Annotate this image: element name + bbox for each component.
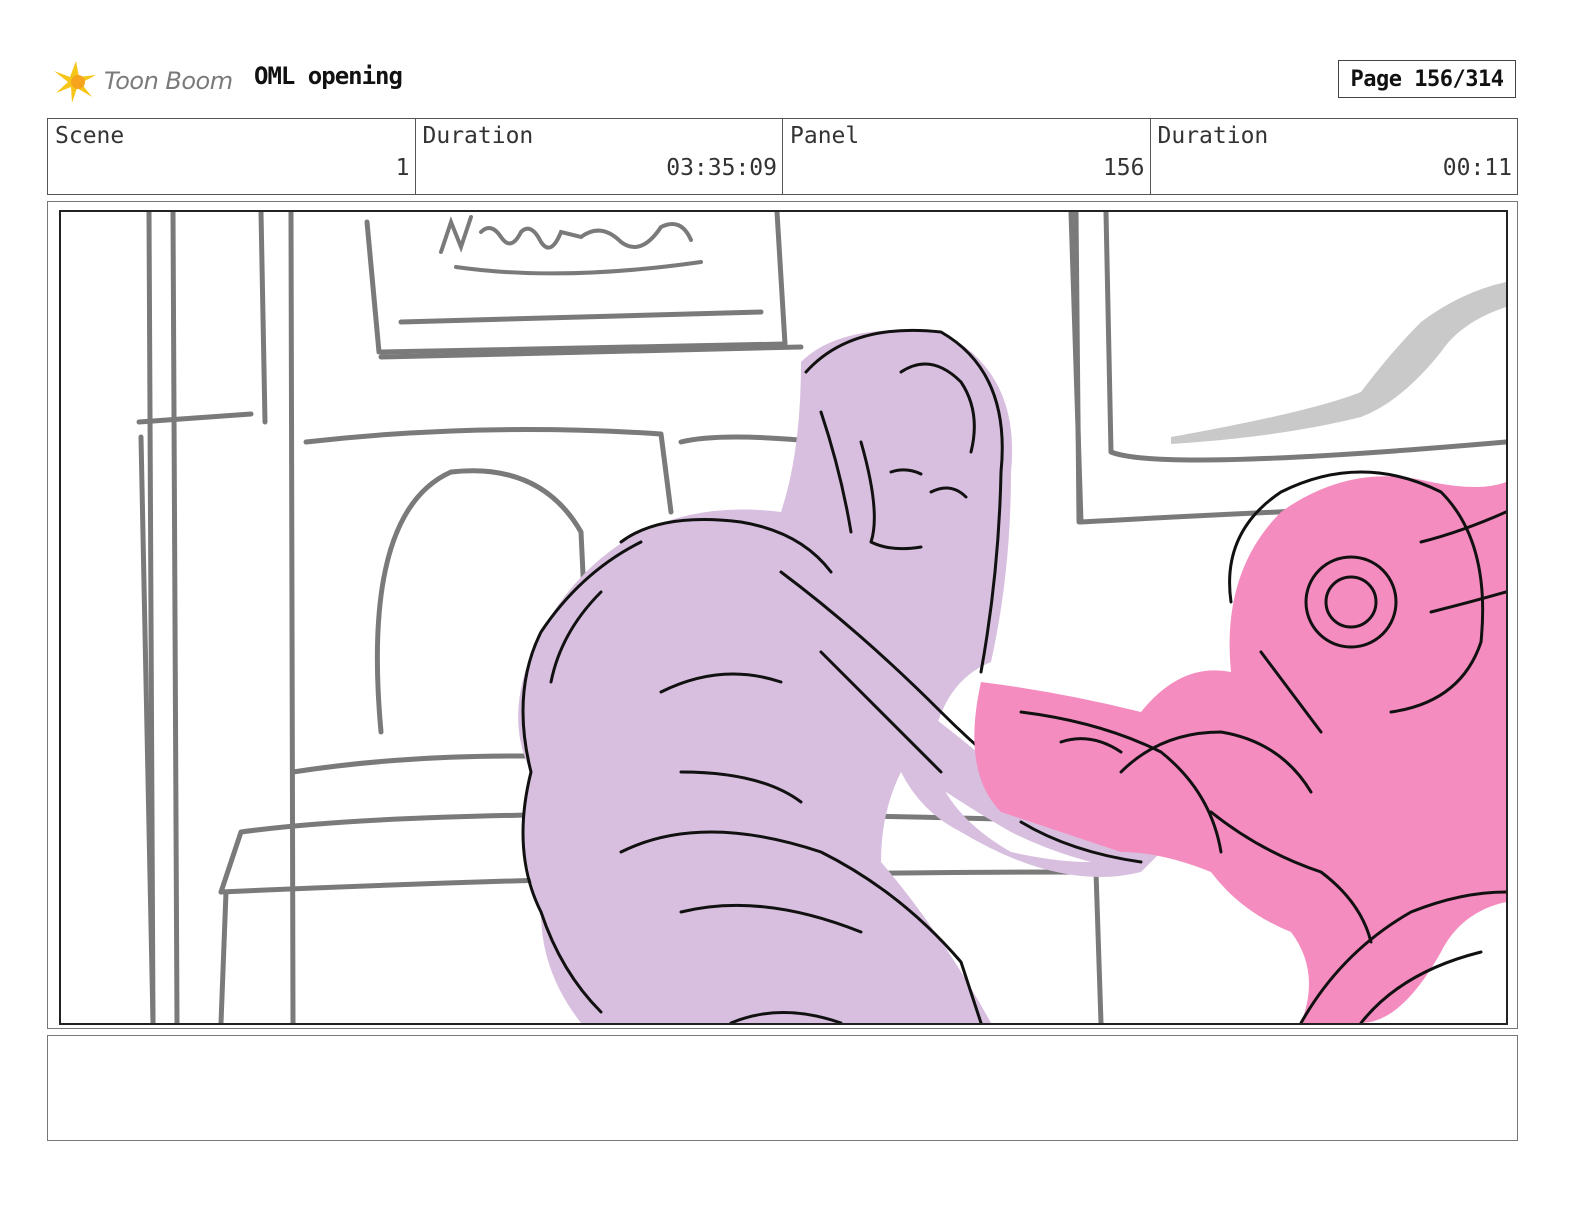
sign-scribble [439, 215, 703, 276]
info-cell-scene: Scene 1 [48, 119, 416, 194]
scene-duration-value: 03:35:09 [666, 155, 777, 181]
storyboard-sketch [136, 212, 1506, 1023]
girl-figure [518, 328, 1163, 1023]
project-title: OML opening [254, 62, 403, 90]
storyboard-panel [59, 210, 1508, 1025]
caption-box [47, 1035, 1518, 1141]
info-table: Scene 1 Duration 03:35:09 Panel 156 Dura… [47, 118, 1518, 195]
panel-label: Panel [790, 123, 860, 149]
scene-label: Scene [55, 123, 125, 149]
info-cell-panel-duration: Duration 00:11 [1151, 119, 1518, 194]
info-cell-panel: Panel 156 [783, 119, 1151, 194]
panel-frame [47, 201, 1518, 1029]
pink-figure [974, 470, 1506, 1023]
scene-duration-label: Duration [422, 123, 534, 149]
page-indicator: Page 156/314 [1338, 60, 1516, 98]
logo-text: Toon Boom [104, 67, 233, 95]
window-smear [1171, 282, 1506, 444]
scene-value: 1 [395, 155, 410, 181]
panel-value: 156 [1102, 155, 1145, 181]
toon-boom-burst-icon [54, 61, 96, 103]
panel-duration-value: 00:11 [1442, 155, 1512, 181]
info-cell-scene-duration: Duration 03:35:09 [416, 119, 783, 194]
panel-duration-label: Duration [1157, 123, 1269, 149]
toon-boom-logo: Toon Boom [52, 56, 233, 106]
